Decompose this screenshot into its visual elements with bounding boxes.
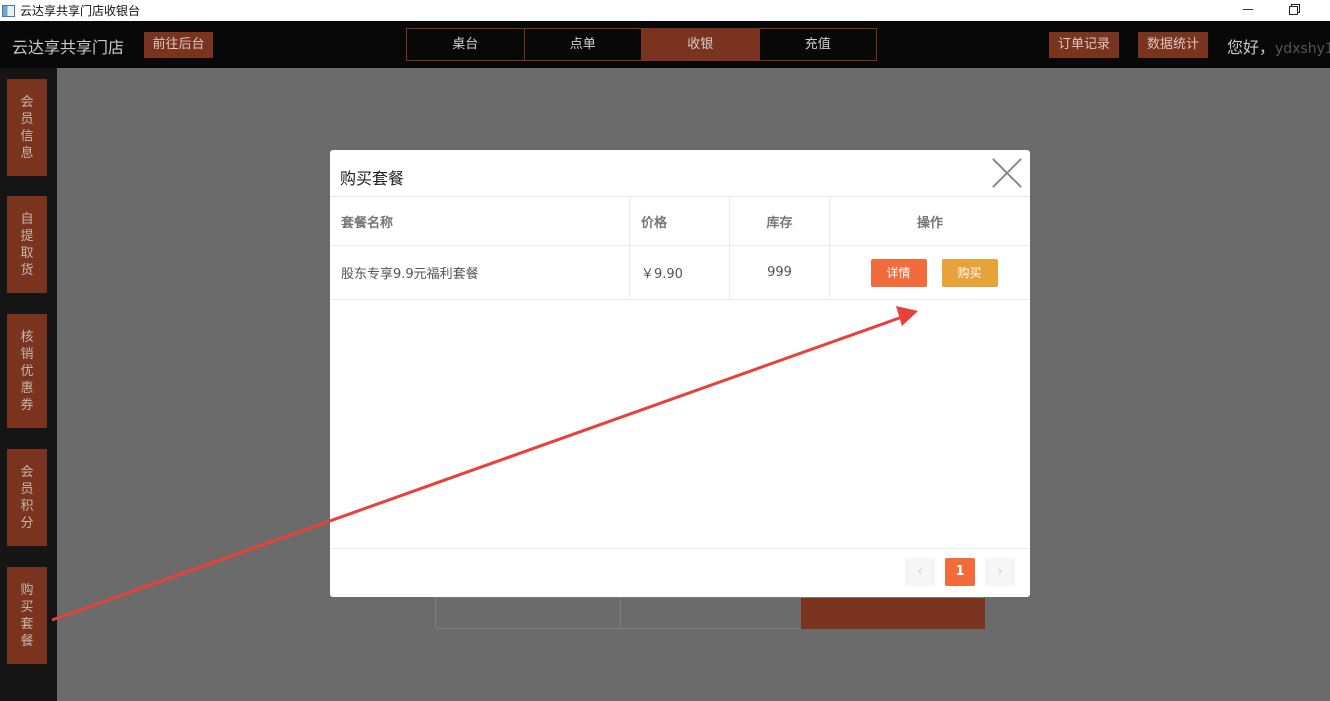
sidebar-item-char: 购 xyxy=(20,582,34,598)
column-header-name: 套餐名称 xyxy=(330,197,630,245)
sidebar-item-char: 核 xyxy=(20,329,34,345)
username: ydxshy1 xyxy=(1275,41,1330,57)
sidebar-item-char: 惠 xyxy=(20,380,34,396)
sidebar-item-char: 优 xyxy=(20,363,34,379)
modal-title: 购买套餐 xyxy=(340,169,405,188)
package-name: 股东专享9.9元福利套餐 xyxy=(330,246,630,299)
main-tabs: 桌台 点单 收银 充值 xyxy=(406,28,877,61)
detail-button[interactable]: 详情 xyxy=(870,258,927,287)
sidebar-item-char: 分 xyxy=(20,515,34,531)
app-icon xyxy=(2,4,15,17)
window-title: 云达享共享门店收银台 xyxy=(20,4,141,18)
restore-button[interactable] xyxy=(1270,0,1316,21)
package-stock: 999 xyxy=(730,246,830,299)
package-table: 套餐名称 价格 库存 操作 股东专享9.9元福利套餐 ￥9.90 999 详情 … xyxy=(330,197,1030,300)
tab-cashier[interactable]: 收银 xyxy=(642,29,760,60)
sidebar-item-char: 自 xyxy=(20,211,34,227)
sidebar-item-char: 取 xyxy=(20,245,34,261)
sidebar-item-char: 信 xyxy=(20,128,34,144)
table-row: 股东专享9.9元福利套餐 ￥9.90 999 详情 购买 xyxy=(330,246,1030,300)
tab-order[interactable]: 点单 xyxy=(525,29,642,60)
sidebar-item-char: 员 xyxy=(20,481,34,497)
background-divider xyxy=(620,598,621,628)
restore-icon xyxy=(1288,6,1298,15)
backend-button[interactable]: 前往后台 xyxy=(144,32,213,58)
sidebar-item-redeem-coupon[interactable]: 核 销 优 惠 券 xyxy=(7,314,47,428)
sidebar-item-char: 员 xyxy=(20,111,34,127)
minimize-button[interactable]: — xyxy=(1225,0,1271,21)
sidebar-item-char: 销 xyxy=(20,346,34,362)
sidebar-item-char: 套 xyxy=(20,616,34,632)
sidebar-item-char: 会 xyxy=(20,464,34,480)
sidebar-item-buy-package[interactable]: 购 买 套 餐 xyxy=(7,567,47,664)
background-input-row xyxy=(435,597,985,629)
sidebar-item-char: 货 xyxy=(20,262,34,278)
sidebar-item-member-info[interactable]: 会 员 信 息 xyxy=(7,79,47,176)
user-greeting: 您好，ydxshy1 xyxy=(1227,34,1330,58)
order-records-button[interactable]: 订单记录 xyxy=(1049,32,1119,58)
data-stats-button[interactable]: 数据统计 xyxy=(1138,32,1208,58)
modal-header: 购买套餐 xyxy=(330,150,1030,197)
sidebar: 会 员 信 息 自 提 取 货 核 销 优 惠 券 会 员 积 分 购 买 套 … xyxy=(0,68,57,701)
sidebar-item-char: 息 xyxy=(20,145,34,161)
sidebar-item-self-pickup[interactable]: 自 提 取 货 xyxy=(7,196,47,293)
top-nav: 云达享共享门店 前往后台 桌台 点单 收银 充值 订单记录 数据统计 您好，yd… xyxy=(0,21,1330,68)
sidebar-item-char: 买 xyxy=(20,599,34,615)
package-actions: 详情 购买 xyxy=(830,246,1030,299)
pagination-page-1[interactable]: 1 xyxy=(945,558,975,586)
column-header-action: 操作 xyxy=(916,215,943,231)
buy-button[interactable]: 购买 xyxy=(941,258,998,287)
buy-package-modal: 购买套餐 套餐名称 价格 库存 操作 股东专享9.9元福利套餐 ￥9.90 99… xyxy=(330,150,1030,597)
column-header-stock: 库存 xyxy=(730,197,830,245)
window-title-bar: 云达享共享门店收银台 — xyxy=(0,0,1330,21)
sidebar-item-char: 积 xyxy=(20,498,34,514)
sidebar-item-char: 会 xyxy=(20,94,34,110)
modal-footer-divider xyxy=(330,548,1030,549)
sidebar-item-member-points[interactable]: 会 员 积 分 xyxy=(7,449,47,546)
tab-table[interactable]: 桌台 xyxy=(407,29,525,60)
package-price: ￥9.90 xyxy=(630,246,730,299)
tab-recharge[interactable]: 充值 xyxy=(760,29,877,60)
sidebar-item-char: 餐 xyxy=(20,633,34,649)
table-header-row: 套餐名称 价格 库存 操作 xyxy=(330,197,1030,246)
sidebar-item-char: 券 xyxy=(20,397,34,413)
greeting-text: 您好， xyxy=(1227,38,1276,57)
background-confirm-button xyxy=(801,598,985,629)
close-icon[interactable] xyxy=(991,157,1023,189)
pagination-prev-button[interactable]: ‹ xyxy=(905,558,935,586)
pagination-next-button[interactable]: › xyxy=(985,558,1015,586)
sidebar-item-char: 提 xyxy=(20,228,34,244)
store-brand: 云达享共享门店 xyxy=(12,38,125,57)
column-header-price: 价格 xyxy=(630,197,730,245)
